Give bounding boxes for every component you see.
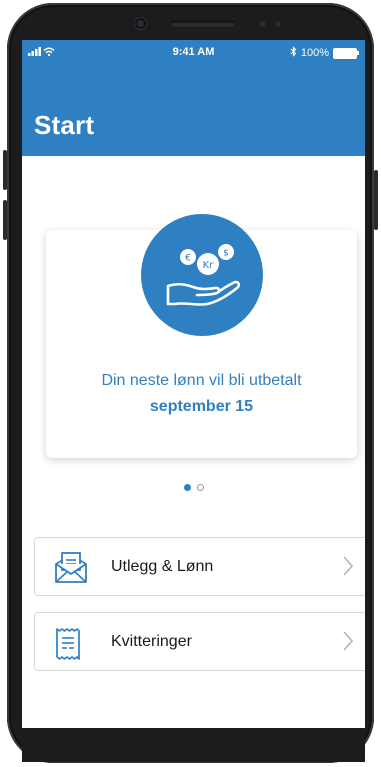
list-item-label: Kvitteringer	[111, 633, 192, 650]
status-bar: 9:41 AM 100%	[22, 46, 365, 62]
salary-message: Din neste lønn vil bli utbetalt	[101, 372, 302, 389]
salary-card[interactable]: € Kr $ Din neste lønn vil bli utbetalt s…	[46, 214, 357, 458]
bluetooth-icon	[290, 46, 297, 60]
battery-icon	[333, 47, 359, 59]
app-header: 9:41 AM 100% Start	[22, 40, 365, 156]
dollar-coin-symbol: $	[223, 249, 229, 259]
list-item-kvitteringer[interactable]: Kvitteringer	[34, 612, 365, 671]
list-item-label: Utlegg & Lønn	[111, 558, 214, 575]
phone-bottom-bezel	[22, 728, 365, 762]
chevron-right-icon	[343, 631, 354, 656]
list-item-utlegg-lonn[interactable]: Utlegg & Lønn	[34, 537, 365, 596]
salary-hand-coins-icon: € Kr $	[141, 214, 263, 336]
krone-coin-symbol: Kr	[203, 260, 215, 271]
proximity-sensor	[260, 21, 266, 27]
page-dot[interactable]	[196, 484, 204, 491]
volume-up-button	[3, 150, 7, 190]
salary-date: september 15	[149, 398, 254, 415]
power-button	[374, 170, 378, 230]
earpiece-speaker	[170, 21, 236, 27]
chevron-right-icon	[343, 556, 354, 581]
camera-lens	[135, 18, 146, 29]
volume-down-button	[3, 200, 7, 240]
page-dot-active[interactable]	[183, 484, 191, 491]
euro-coin-symbol: €	[185, 254, 191, 264]
light-sensor	[275, 21, 281, 27]
page-title: Start	[34, 110, 95, 140]
page-indicator[interactable]	[22, 484, 365, 491]
receipt-icon	[53, 627, 83, 666]
envelope-document-icon	[53, 552, 89, 589]
status-right: 100%	[290, 46, 359, 60]
app-screen: 9:41 AM 100% Start € Kr $ Din neste lønn…	[22, 40, 365, 735]
battery-percent: 100%	[300, 47, 329, 59]
